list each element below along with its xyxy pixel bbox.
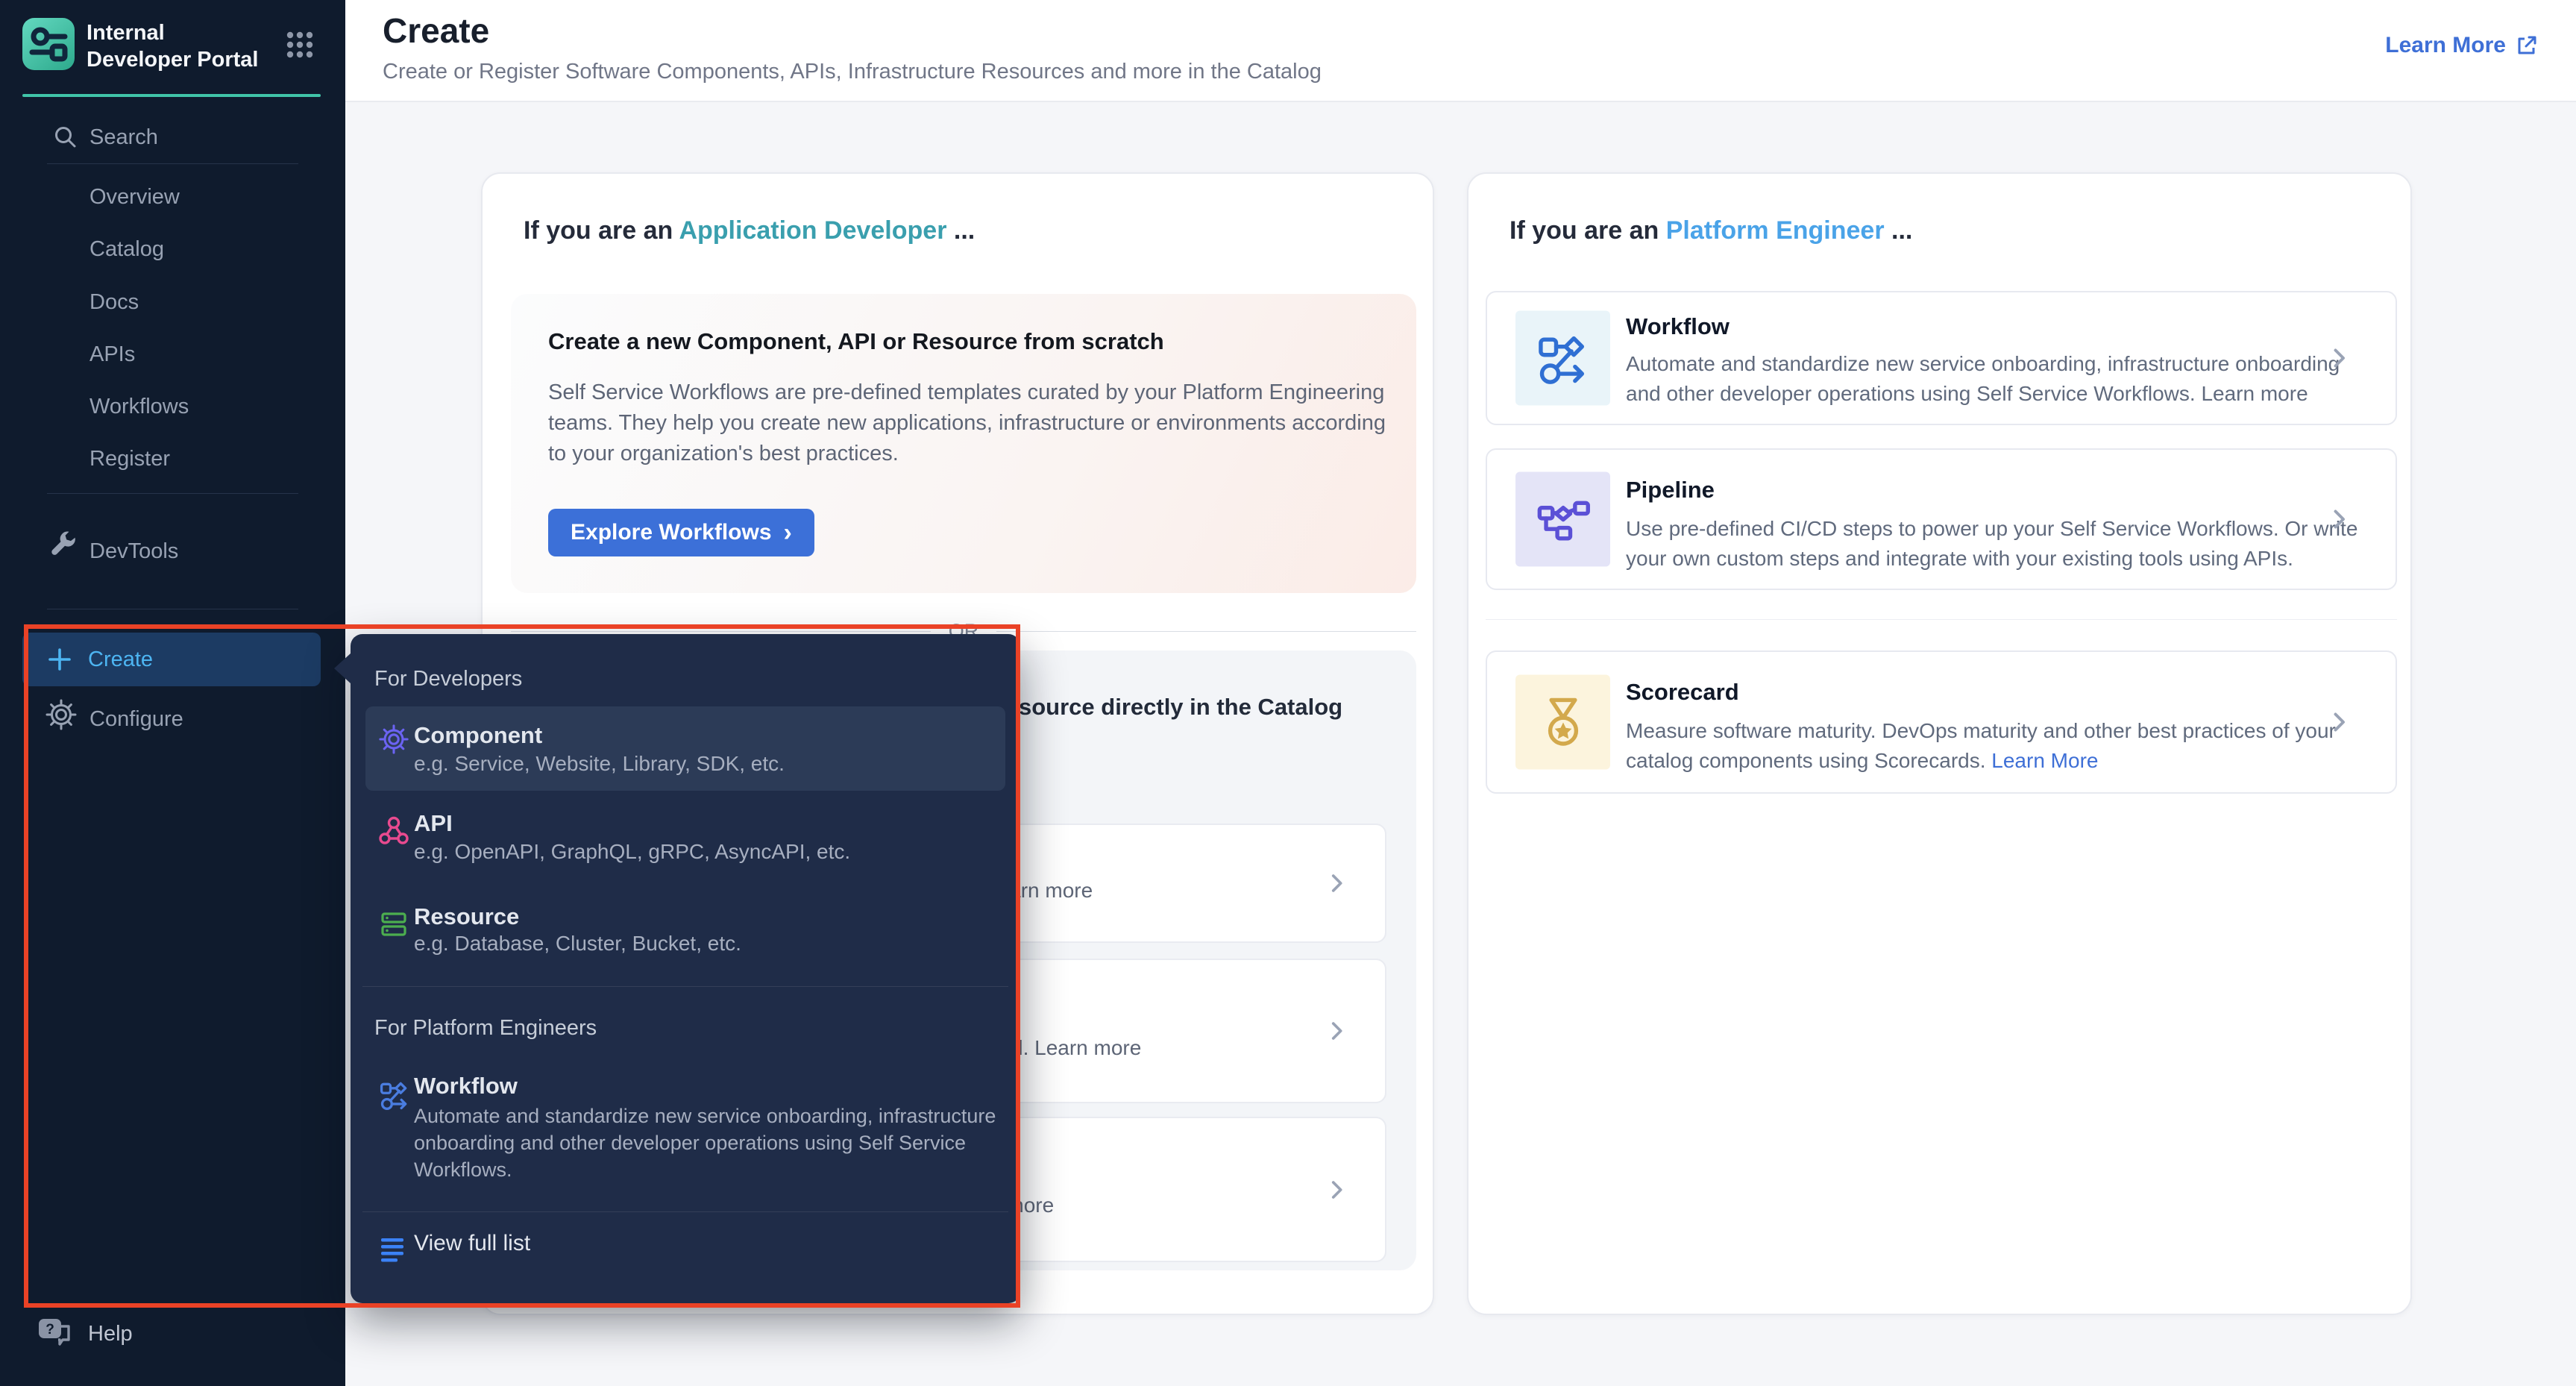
scorecard-icon-tile [1515, 675, 1610, 770]
pipeline-icon-tile [1515, 472, 1610, 567]
menu-section-developers: For Developers [374, 667, 522, 692]
pe-card-title-suffix: ... [1885, 216, 1913, 245]
menu-section-platform: For Platform Engineers [374, 1016, 597, 1041]
chevron-right-icon [1324, 1018, 1349, 1044]
learn-more-link[interactable]: Learn More [2385, 33, 2539, 58]
chevron-right-icon [2325, 709, 2352, 736]
page-header: Create Create or Register Software Compo… [345, 0, 2576, 102]
sidebar-item-apis[interactable]: APIs [89, 342, 135, 367]
pipeline-row-title: Pipeline [1626, 477, 1715, 504]
sidebar-item-catalog[interactable]: Catalog [89, 237, 164, 262]
chevron-right-icon: › [784, 520, 792, 545]
sidebar-item-workflows[interactable]: Workflows [89, 395, 189, 419]
chevron-right-icon [1324, 1177, 1349, 1202]
pe-card-title-prefix: If you are an [1510, 216, 1666, 245]
sidebar: Internal Developer Portal Search Overvie… [0, 0, 345, 1386]
component-gear-icon [378, 724, 409, 755]
gear-icon [45, 698, 78, 731]
workflow-row-desc: Automate and standardize new service onb… [1626, 349, 2372, 409]
chevron-right-icon [2325, 345, 2352, 371]
sidebar-item-docs[interactable]: Docs [89, 290, 139, 315]
sidebar-item-create[interactable]: Create [22, 633, 321, 686]
scorecard-row[interactable]: Scorecard Measure software maturity. Dev… [1486, 650, 2397, 794]
apps-grid-icon[interactable] [285, 30, 315, 60]
create-from-scratch-panel: Create a new Component, API or Resource … [511, 294, 1416, 593]
search-icon [52, 124, 79, 151]
sidebar-item-help[interactable]: ? Help [36, 1316, 133, 1352]
help-chat-icon: ? [36, 1316, 75, 1352]
scorecard-medal-icon [1535, 694, 1592, 750]
scratch-heading: Create a new Component, API or Resource … [548, 328, 1164, 355]
explore-workflows-button[interactable]: Explore Workflows › [548, 509, 814, 556]
workflow-row-title: Workflow [1626, 313, 1730, 340]
app-title: Internal Developer Portal [87, 19, 273, 73]
divider [47, 493, 298, 494]
learn-more-label: Learn More [2385, 33, 2506, 58]
chevron-right-icon [1324, 871, 1349, 896]
pipeline-row[interactable]: Pipeline Use pre-defined CI/CD steps to … [1486, 448, 2397, 590]
scorecard-desc-text: Measure software maturity. DevOps maturi… [1626, 719, 2336, 772]
menu-divider [362, 986, 1008, 987]
menu-item-api-subtitle: e.g. OpenAPI, GraphQL, gRPC, AsyncAPI, e… [414, 840, 850, 864]
dev-card-title-accent: Application Developer [679, 216, 946, 245]
list-icon [378, 1234, 406, 1262]
workflow-icon [378, 1079, 411, 1111]
help-label: Help [88, 1322, 133, 1346]
workflow-row[interactable]: Workflow Automate and standardize new se… [1486, 291, 2397, 425]
scorecard-learn-more-link[interactable]: Learn More [1991, 749, 2098, 772]
chevron-right-icon [2325, 506, 2352, 533]
menu-item-workflow-title[interactable]: Workflow [414, 1073, 518, 1100]
pipeline-row-desc: Use pre-defined CI/CD steps to power up … [1626, 514, 2372, 574]
menu-item-workflow-desc: Automate and standardize new service onb… [414, 1103, 1014, 1183]
external-link-icon [2515, 34, 2539, 57]
sidebar-item-register[interactable]: Register [89, 447, 170, 471]
view-full-list-link[interactable]: View full list [414, 1231, 530, 1256]
sidebar-item-configure[interactable]: Configure [89, 707, 183, 732]
divider-line [996, 631, 1416, 632]
popup-pointer-arrow [334, 653, 351, 683]
menu-item-component-title[interactable]: Component [414, 722, 542, 749]
dev-card-title-prefix: If you are an [524, 216, 679, 245]
platform-engineer-card: If you are an Platform Engineer ... Work… [1467, 172, 2412, 1315]
sidebar-item-search[interactable]: Search [89, 125, 158, 150]
page-subtitle: Create or Register Software Components, … [383, 60, 1322, 84]
menu-item-resource-subtitle: e.g. Database, Cluster, Bucket, etc. [414, 932, 741, 956]
scorecard-row-desc: Measure software maturity. DevOps maturi… [1626, 716, 2372, 776]
wrench-icon [49, 530, 78, 558]
create-popup-menu: For Developers Component e.g. Service, W… [351, 634, 1020, 1303]
sidebar-item-overview[interactable]: Overview [89, 185, 180, 210]
sliders-logo-icon [22, 18, 75, 70]
workflow-icon [1535, 330, 1592, 386]
active-section-indicator [22, 94, 321, 97]
resource-servers-icon [378, 909, 409, 940]
workflow-icon-tile [1515, 311, 1610, 406]
divider-line [511, 631, 931, 632]
register-row-text: d. Learn more [1011, 1036, 1141, 1060]
divider [47, 163, 298, 164]
scratch-body: Self Service Workflows are pre-defined t… [548, 377, 1387, 469]
dev-card-title-suffix: ... [946, 216, 975, 245]
page-title: Create [383, 10, 489, 51]
api-webhook-icon [378, 815, 409, 847]
pe-card-title-accent: Platform Engineer [1666, 216, 1885, 245]
app-logo [22, 18, 75, 70]
menu-divider [362, 1211, 1008, 1212]
sidebar-item-create-label: Create [88, 647, 153, 672]
row-divider [1486, 619, 2397, 620]
explore-workflows-label: Explore Workflows [571, 520, 772, 545]
scorecard-row-title: Scorecard [1626, 679, 1739, 706]
plus-icon [46, 646, 73, 673]
dev-card-title: If you are an Application Developer ... [524, 216, 975, 245]
pe-card-title: If you are an Platform Engineer ... [1510, 216, 1912, 245]
pipeline-icon [1535, 491, 1592, 548]
menu-item-api-title[interactable]: API [414, 810, 453, 837]
menu-item-resource-title[interactable]: Resource [414, 903, 519, 930]
menu-item-component-subtitle: e.g. Service, Website, Library, SDK, etc… [414, 752, 785, 776]
sidebar-item-devtools[interactable]: DevTools [89, 539, 178, 564]
svg-text:?: ? [45, 1322, 54, 1338]
